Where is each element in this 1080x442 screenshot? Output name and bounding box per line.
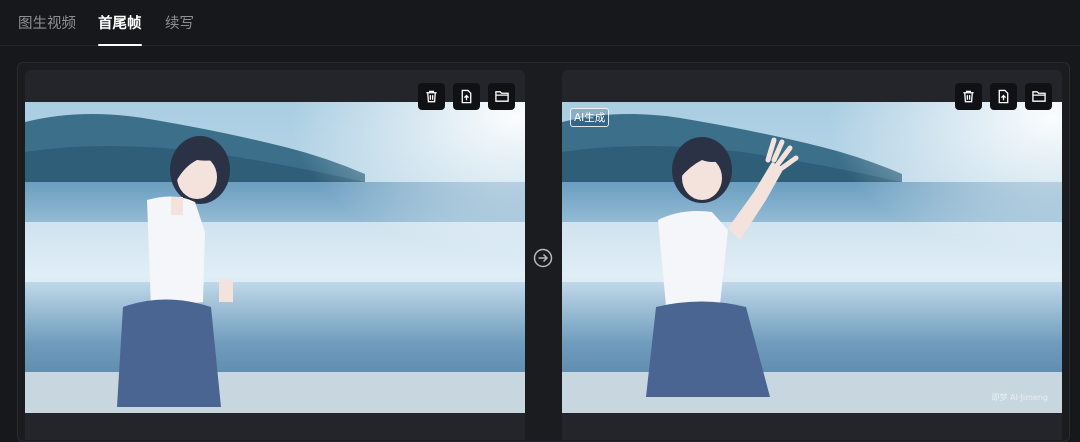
- folder-icon: [494, 91, 509, 102]
- first-frame-folder-button[interactable]: [488, 83, 515, 110]
- last-frame-delete-button[interactable]: [955, 83, 982, 110]
- upload-icon: [461, 89, 472, 104]
- first-frame-delete-button[interactable]: [418, 83, 445, 110]
- first-frame-upload-button[interactable]: [453, 83, 480, 110]
- first-frame-card[interactable]: [25, 70, 525, 440]
- first-frame-image: [25, 102, 525, 413]
- first-frame-toolbar: [418, 83, 515, 110]
- tab-first-last-frame[interactable]: 首尾帧: [98, 12, 142, 46]
- watermark: 即梦 AI·Jimeng: [991, 393, 1048, 402]
- last-frame-card[interactable]: AI生成 即梦 AI·Jimeng: [562, 70, 1062, 440]
- active-tab-underline: [98, 44, 142, 46]
- last-frame-toolbar: [955, 83, 1052, 110]
- folder-icon: [1031, 91, 1046, 102]
- trash-icon: [963, 90, 974, 103]
- ai-generated-badge: AI生成: [570, 108, 610, 127]
- tab-continue[interactable]: 续写: [165, 12, 194, 33]
- last-frame-image: [562, 102, 1062, 413]
- last-frame-folder-button[interactable]: [1025, 83, 1052, 110]
- trash-icon: [426, 90, 437, 103]
- last-frame-upload-button[interactable]: [990, 83, 1017, 110]
- tab-bar: 图生视频 首尾帧 续写: [0, 0, 1080, 46]
- upload-icon: [998, 89, 1009, 104]
- tab-first-last-frame-label: 首尾帧: [98, 16, 142, 32]
- tab-image-to-video[interactable]: 图生视频: [18, 12, 76, 33]
- arrow-right-circle-icon: [533, 248, 553, 268]
